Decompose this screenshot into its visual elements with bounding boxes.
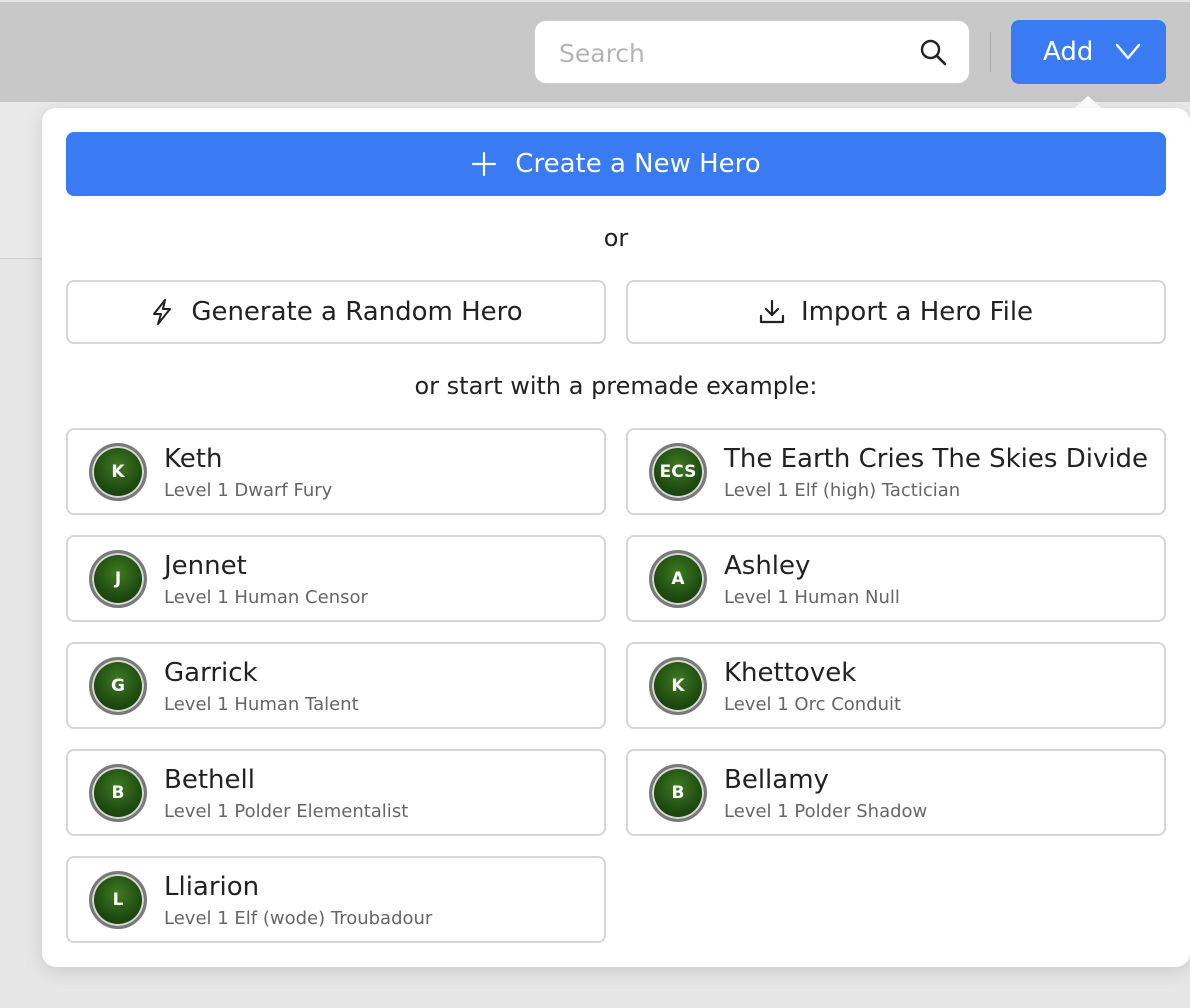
add-button[interactable]: Add (1011, 20, 1166, 84)
lightning-icon (153, 299, 172, 325)
hero-description: Level 1 Elf (high) Tactician (724, 480, 961, 501)
avatar: ECS (649, 443, 707, 501)
generate-random-hero-button[interactable]: Generate a Random Hero (66, 280, 606, 344)
avatar: B (89, 764, 147, 822)
hero-name: Bethell (164, 765, 255, 795)
chevron-down-icon (1116, 43, 1141, 60)
add-hero-menu: Create a New Hero or Generate a Random H… (42, 108, 1190, 967)
hero-name: Bellamy (724, 765, 829, 795)
import-hero-file-button[interactable]: Import a Hero File (626, 280, 1166, 344)
premade-hero-card[interactable]: L Lliarion Level 1 Elf (wode) Troubadour (66, 856, 606, 943)
generate-random-hero-label: Generate a Random Hero (191, 297, 523, 327)
premade-hero-card[interactable]: B Bellamy Level 1 Polder Shadow (626, 749, 1166, 836)
or-separator: or (603, 224, 629, 252)
create-new-hero-button[interactable]: Create a New Hero (66, 132, 1166, 196)
premade-hero-card[interactable]: G Garrick Level 1 Human Talent (66, 642, 606, 729)
premade-hero-card[interactable]: ECS The Earth Cries The Skies Divide Lev… (626, 428, 1166, 515)
create-new-hero-label: Create a New Hero (515, 149, 761, 179)
avatar: J (89, 550, 147, 608)
hero-name: Keth (164, 444, 223, 474)
toolbar-divider (990, 32, 991, 72)
avatar: G (89, 657, 147, 715)
hero-description: Level 1 Human Null (724, 587, 900, 608)
search-input[interactable] (557, 21, 901, 85)
search-box[interactable] (534, 20, 970, 85)
hero-description: Level 1 Human Censor (164, 587, 368, 608)
hero-description: Level 1 Dwarf Fury (164, 480, 333, 501)
import-hero-file-label: Import a Hero File (800, 297, 1034, 327)
hero-name: Jennet (164, 551, 247, 581)
premade-hero-card[interactable]: K Keth Level 1 Dwarf Fury (66, 428, 606, 515)
download-icon (759, 299, 785, 324)
hero-description: Level 1 Polder Elementalist (164, 801, 409, 822)
search-icon[interactable] (919, 38, 947, 66)
avatar: B (649, 764, 707, 822)
premade-hero-card[interactable]: A Ashley Level 1 Human Null (626, 535, 1166, 622)
premade-hero-card[interactable]: B Bethell Level 1 Polder Elementalist (66, 749, 606, 836)
hero-name: Garrick (164, 658, 258, 688)
premade-heading: or start with a premade example: (414, 372, 818, 400)
avatar: K (649, 657, 707, 715)
add-button-label: Add (1043, 37, 1094, 67)
hero-description: Level 1 Human Talent (164, 694, 359, 715)
plus-icon (472, 151, 497, 177)
avatar: K (89, 443, 147, 501)
hero-name: Khettovek (724, 658, 857, 688)
hero-description: Level 1 Elf (wode) Troubadour (164, 908, 433, 929)
hero-name: Ashley (724, 551, 811, 581)
premade-hero-card[interactable]: K Khettovek Level 1 Orc Conduit (626, 642, 1166, 729)
hero-name: The Earth Cries The Skies Divide (724, 444, 1149, 474)
avatar: L (89, 871, 147, 929)
avatar: A (649, 550, 707, 608)
hero-name: Lliarion (164, 872, 260, 902)
hero-description: Level 1 Polder Shadow (724, 801, 928, 822)
premade-hero-card[interactable]: J Jennet Level 1 Human Censor (66, 535, 606, 622)
hero-description: Level 1 Orc Conduit (724, 694, 902, 715)
